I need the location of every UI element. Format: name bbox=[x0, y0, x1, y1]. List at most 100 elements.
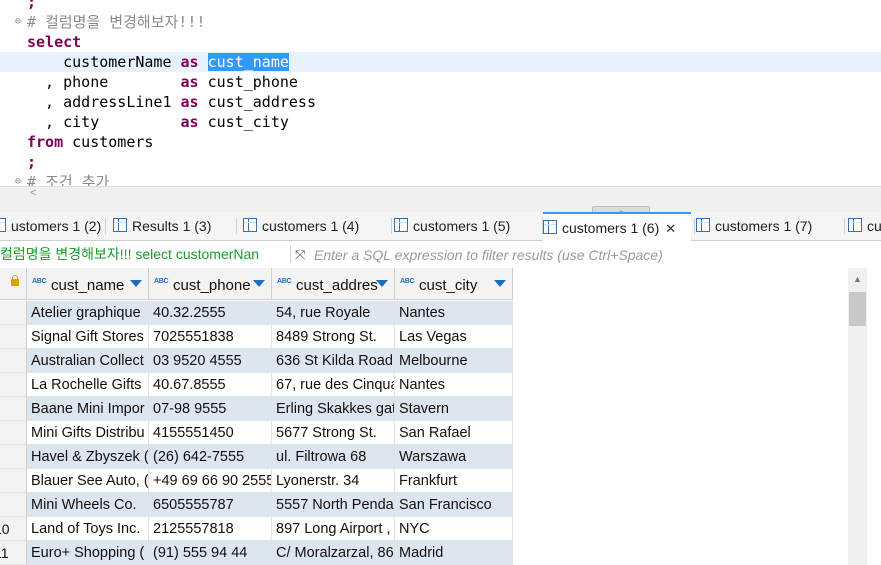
table-cell[interactable]: C/ Moralzarzal, 86 bbox=[272, 541, 395, 565]
row-number[interactable] bbox=[0, 397, 27, 421]
table-row[interactable]: Signal Gift Stores 7025551838 8489 Strong … bbox=[0, 325, 513, 349]
row-number[interactable]: 11 bbox=[0, 541, 27, 565]
table-cell[interactable]: 5677 Strong St. bbox=[272, 421, 395, 445]
table-cell[interactable]: Nantes bbox=[395, 373, 513, 397]
table-cell[interactable]: San Francisco bbox=[395, 493, 513, 517]
table-cell[interactable]: Frankfurt bbox=[395, 469, 513, 493]
result-tab[interactable]: customers 1 (6) ✕ bbox=[543, 212, 691, 241]
table-cell[interactable]: Havel & Zbyszek ( bbox=[27, 445, 149, 469]
table-cell[interactable]: Warszawa bbox=[395, 445, 513, 469]
table-cell[interactable]: 2125557818 bbox=[149, 517, 272, 541]
table-cell[interactable]: 8489 Strong St. bbox=[272, 325, 395, 349]
table-cell[interactable]: La Rochelle Gifts bbox=[27, 373, 149, 397]
column-menu-arrow-icon[interactable] bbox=[253, 280, 265, 287]
table-cell[interactable]: 07-98 9555 bbox=[149, 397, 272, 421]
code-line[interactable]: ⊖ # 컬럼명을 변경해보자!!! bbox=[0, 12, 881, 32]
row-number[interactable] bbox=[0, 445, 27, 469]
row-number[interactable] bbox=[0, 493, 27, 517]
row-number[interactable]: 10 bbox=[0, 517, 27, 541]
filter-expand-icon[interactable]: ⤧ bbox=[295, 241, 305, 268]
table-row[interactable]: Mini Wheels Co. 6505555787 5557 North Pend… bbox=[0, 493, 513, 517]
code-line[interactable]: ; bbox=[0, 0, 881, 12]
table-cell[interactable]: Blauer See Auto, ( bbox=[27, 469, 149, 493]
filter-input[interactable] bbox=[314, 244, 874, 265]
table-cell[interactable]: Atelier graphique bbox=[27, 301, 149, 325]
table-row[interactable]: Atelier graphique 40.32.2555 54, rue Royal… bbox=[0, 301, 513, 325]
table-row[interactable]: Australian Collect 03 9520 4555 636 St Kil… bbox=[0, 349, 513, 373]
table-cell[interactable]: 40.67.8555 bbox=[149, 373, 272, 397]
table-row[interactable]: 11Euro+ Shopping ((91) 555 94 44C/ Moral… bbox=[0, 541, 513, 565]
table-cell[interactable]: Signal Gift Stores bbox=[27, 325, 149, 349]
table-cell[interactable]: 67, rue des Cinqua bbox=[272, 373, 395, 397]
fold-toggle-icon[interactable]: ⊖ bbox=[15, 12, 21, 32]
table-cell[interactable]: (26) 642-7555 bbox=[149, 445, 272, 469]
scroll-left-icon[interactable]: < bbox=[30, 187, 36, 199]
code-line[interactable]: , phone as cust_phone bbox=[0, 72, 881, 92]
table-row[interactable]: Mini Gifts Distribu 4155551450 5677 Strong… bbox=[0, 421, 513, 445]
table-cell[interactable]: Stavern bbox=[395, 397, 513, 421]
table-cell[interactable]: (91) 555 94 44 bbox=[149, 541, 272, 565]
scroll-up-icon[interactable]: ▲ bbox=[848, 268, 867, 290]
column-header-cust-addres[interactable]: ABC cust_addres bbox=[272, 268, 395, 300]
scrollbar-thumb[interactable] bbox=[849, 292, 866, 326]
table-cell[interactable]: Land of Toys Inc. bbox=[27, 517, 149, 541]
table-row[interactable]: Blauer See Auto, (+49 69 66 90 2555 Lyone… bbox=[0, 469, 513, 493]
fold-toggle-icon[interactable]: ⊖ bbox=[15, 172, 21, 187]
table-cell[interactable]: 40.32.2555 bbox=[149, 301, 272, 325]
row-number[interactable] bbox=[0, 325, 27, 349]
table-cell[interactable]: 03 9520 4555 bbox=[149, 349, 272, 373]
table-cell[interactable]: 4155551450 bbox=[149, 421, 272, 445]
close-tab-icon[interactable]: ✕ bbox=[665, 221, 676, 236]
editor-results-splitter[interactable]: < ︿ bbox=[0, 186, 881, 215]
table-cell[interactable]: Euro+ Shopping ( bbox=[27, 541, 149, 565]
table-cell[interactable]: 5557 North Penda bbox=[272, 493, 395, 517]
code-line[interactable]: , addressLine1 as cust_address bbox=[0, 92, 881, 112]
table-cell[interactable]: Mini Wheels Co. bbox=[27, 493, 149, 517]
code-line[interactable]: , city as cust_city bbox=[0, 112, 881, 132]
table-cell[interactable]: Australian Collect bbox=[27, 349, 149, 373]
table-cell[interactable]: ul. Filtrowa 68 bbox=[272, 445, 395, 469]
result-tab[interactable]: ustomers 1 (2) bbox=[0, 212, 102, 240]
row-number[interactable] bbox=[0, 301, 27, 325]
table-cell[interactable]: 636 St Kilda Road bbox=[272, 349, 395, 373]
table-cell[interactable]: NYC bbox=[395, 517, 513, 541]
row-number[interactable] bbox=[0, 349, 27, 373]
column-menu-arrow-icon[interactable] bbox=[494, 280, 506, 287]
vertical-scrollbar[interactable] bbox=[848, 290, 867, 565]
column-menu-arrow-icon[interactable] bbox=[376, 280, 388, 287]
row-number[interactable] bbox=[0, 421, 27, 445]
result-tab[interactable]: Results 1 (3) bbox=[113, 212, 233, 240]
table-row[interactable]: 10Land of Toys Inc.2125557818897 Long Ai… bbox=[0, 517, 513, 541]
table-cell[interactable]: 54, rue Royale bbox=[272, 301, 395, 325]
column-header-cust-phone[interactable]: ABC cust_phone bbox=[149, 268, 272, 300]
code-line[interactable]: ; bbox=[0, 152, 881, 172]
table-cell[interactable]: Mini Gifts Distribu bbox=[27, 421, 149, 445]
table-row[interactable]: Havel & Zbyszek ((26) 642-7555 ul. Filtro… bbox=[0, 445, 513, 469]
row-number[interactable] bbox=[0, 373, 27, 397]
table-cell[interactable]: Madrid bbox=[395, 541, 513, 565]
code-line[interactable]: ⊖ # 조건 추가 bbox=[0, 172, 881, 187]
row-number[interactable] bbox=[0, 469, 27, 493]
query-text-label[interactable]: 컬럼명을 변경해보자!!! select customerNan bbox=[0, 241, 286, 268]
result-tab[interactable]: cu bbox=[848, 212, 881, 240]
table-cell[interactable]: 6505555787 bbox=[149, 493, 272, 517]
table-cell[interactable]: Baane Mini Impor bbox=[27, 397, 149, 421]
column-header-cust-city[interactable]: ABC cust_city bbox=[395, 268, 513, 300]
table-cell[interactable]: 7025551838 bbox=[149, 325, 272, 349]
result-tab[interactable]: customers 1 (5) bbox=[394, 212, 539, 240]
code-line[interactable]: select bbox=[0, 32, 881, 52]
result-tab[interactable]: customers 1 (7) bbox=[696, 212, 841, 240]
column-header-cust-name[interactable]: ABC cust_name bbox=[27, 268, 149, 300]
table-cell[interactable]: Melbourne bbox=[395, 349, 513, 373]
code-line[interactable]: from customers bbox=[0, 132, 881, 152]
table-row[interactable]: La Rochelle Gifts 40.67.8555 67, rue des C… bbox=[0, 373, 513, 397]
table-cell[interactable]: San Rafael bbox=[395, 421, 513, 445]
table-cell[interactable]: Nantes bbox=[395, 301, 513, 325]
table-cell[interactable]: Lyonerstr. 34 bbox=[272, 469, 395, 493]
table-cell[interactable]: +49 69 66 90 2555 bbox=[149, 469, 272, 493]
table-cell[interactable]: 897 Long Airport , bbox=[272, 517, 395, 541]
table-cell[interactable]: Las Vegas bbox=[395, 325, 513, 349]
sql-editor[interactable]: ; ⊖ # 컬럼명을 변경해보자!!! select customerName as … bbox=[0, 0, 881, 187]
column-menu-arrow-icon[interactable] bbox=[130, 280, 142, 287]
result-tab[interactable]: customers 1 (4) bbox=[243, 212, 388, 240]
